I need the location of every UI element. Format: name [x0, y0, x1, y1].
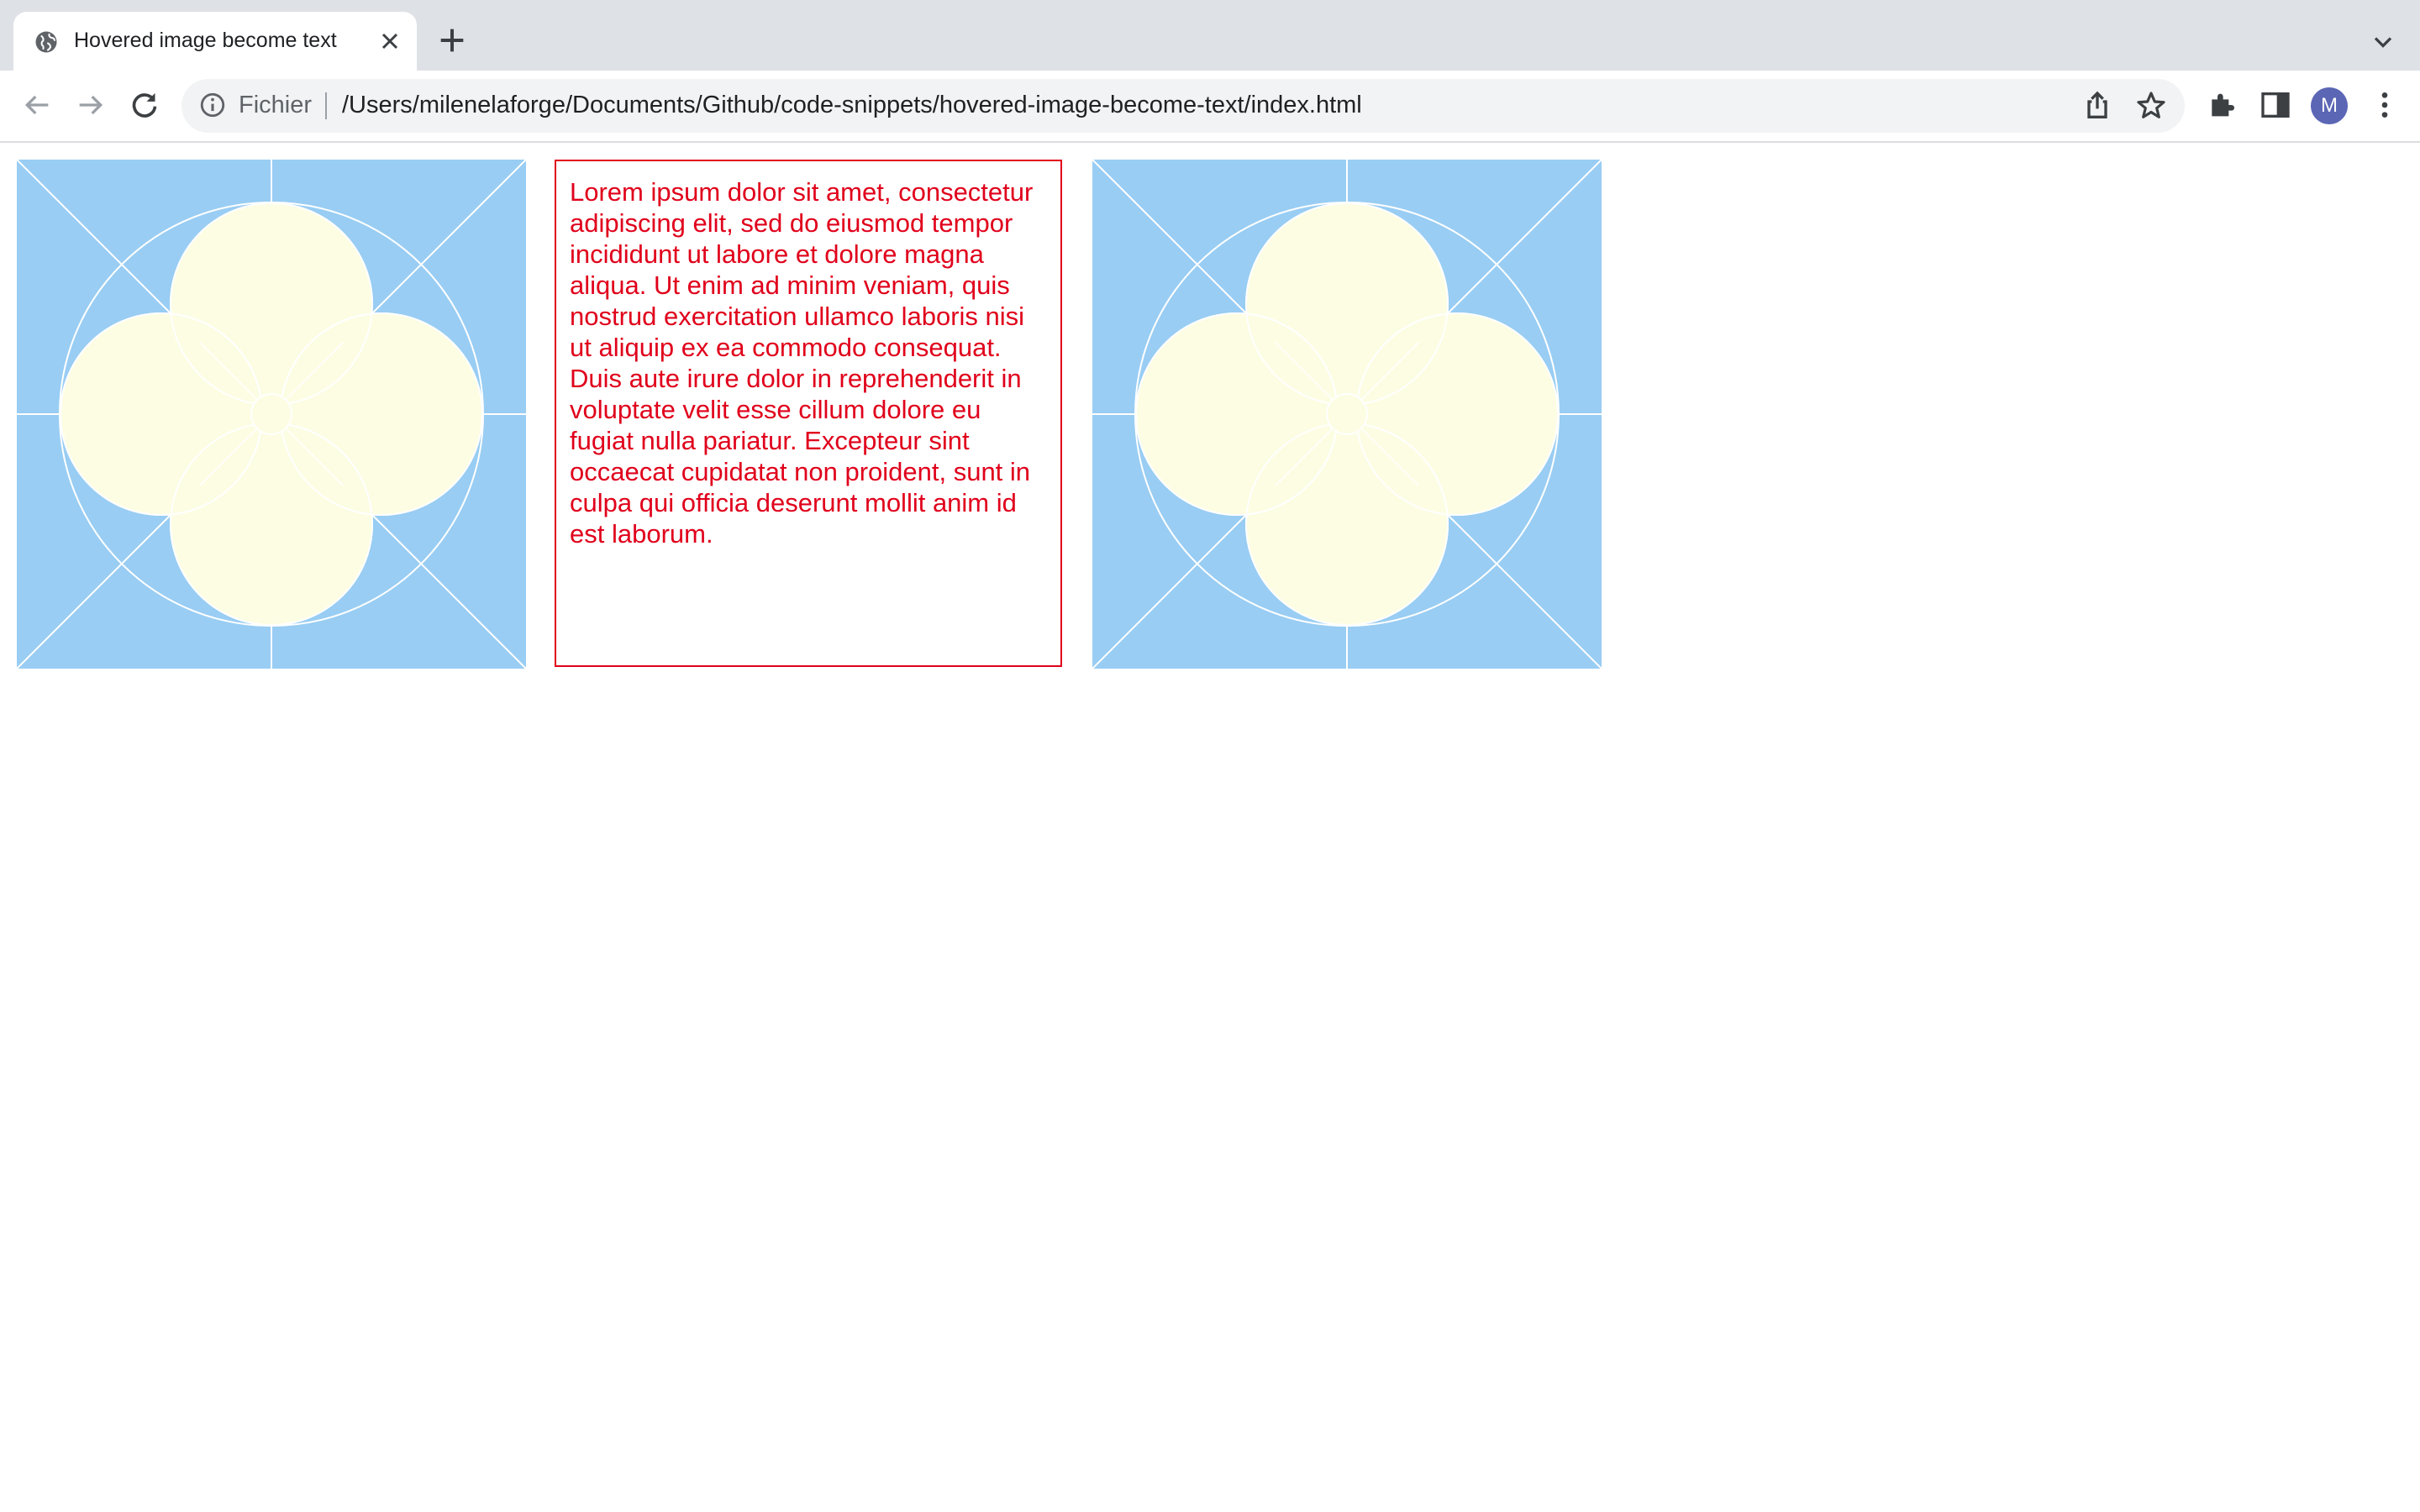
- reload-icon[interactable]: [128, 88, 161, 122]
- star-icon[interactable]: [2134, 89, 2168, 123]
- arrow-left-icon[interactable]: [20, 88, 54, 122]
- omnibox-divider: [325, 92, 327, 119]
- tab-title: Hovered image become text: [74, 29, 337, 52]
- tab-strip: Hovered image become text: [0, 0, 2420, 71]
- lorem-paragraph: Lorem ipsum dolor sit amet, consectetur …: [570, 177, 1034, 549]
- scheme-label: Fichier: [239, 92, 313, 118]
- side-panel-icon[interactable]: [2259, 88, 2292, 122]
- close-icon[interactable]: [376, 28, 403, 55]
- kebab-menu-icon[interactable]: [2368, 88, 2402, 122]
- puzzle-icon[interactable]: [2205, 88, 2238, 122]
- chevron-down-icon[interactable]: [2368, 27, 2398, 57]
- url-text[interactable]: /Users/milenelaforge/Documents/Github/co…: [342, 92, 1362, 119]
- quatrefoil-image-2[interactable]: [1092, 160, 1602, 669]
- browser-toolbar: Fichier /Users/milenelaforge/Documents/G…: [0, 71, 2420, 143]
- arrow-right-icon[interactable]: [74, 88, 108, 122]
- quatrefoil-pattern-icon: [17, 160, 526, 669]
- browser-tab[interactable]: Hovered image become text: [13, 12, 417, 71]
- address-bar[interactable]: Fichier /Users/milenelaforge/Documents/G…: [182, 79, 2185, 133]
- page-viewport: Lorem ipsum dolor sit amet, consectetur …: [0, 144, 2420, 1512]
- hovered-text-tile[interactable]: Lorem ipsum dolor sit amet, consectetur …: [555, 160, 1062, 667]
- plus-icon[interactable]: [435, 24, 469, 57]
- profile-avatar[interactable]: M: [2311, 87, 2348, 124]
- globe-icon: [35, 31, 57, 53]
- info-icon[interactable]: [198, 91, 227, 119]
- quatrefoil-pattern-icon: [1092, 160, 1602, 669]
- quatrefoil-image-1[interactable]: [17, 160, 526, 669]
- share-icon[interactable]: [2081, 89, 2114, 123]
